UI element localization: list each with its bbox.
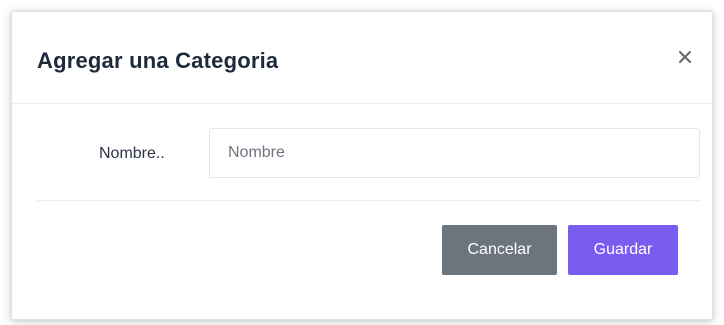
name-label: Nombre.. (99, 145, 165, 162)
save-button[interactable]: Guardar (568, 225, 678, 275)
close-icon (679, 51, 691, 63)
footer-divider (37, 200, 700, 201)
close-button[interactable] (674, 45, 696, 69)
name-input[interactable] (209, 128, 700, 178)
add-category-dialog: Agregar una Categoria Nombre.. Cancelar … (11, 11, 713, 320)
cancel-button[interactable]: Cancelar (442, 225, 557, 275)
dialog-title: Agregar una Categoria (37, 48, 279, 73)
dialog-header: Agregar una Categoria (12, 12, 712, 104)
name-form-row: Nombre.. (12, 128, 712, 180)
